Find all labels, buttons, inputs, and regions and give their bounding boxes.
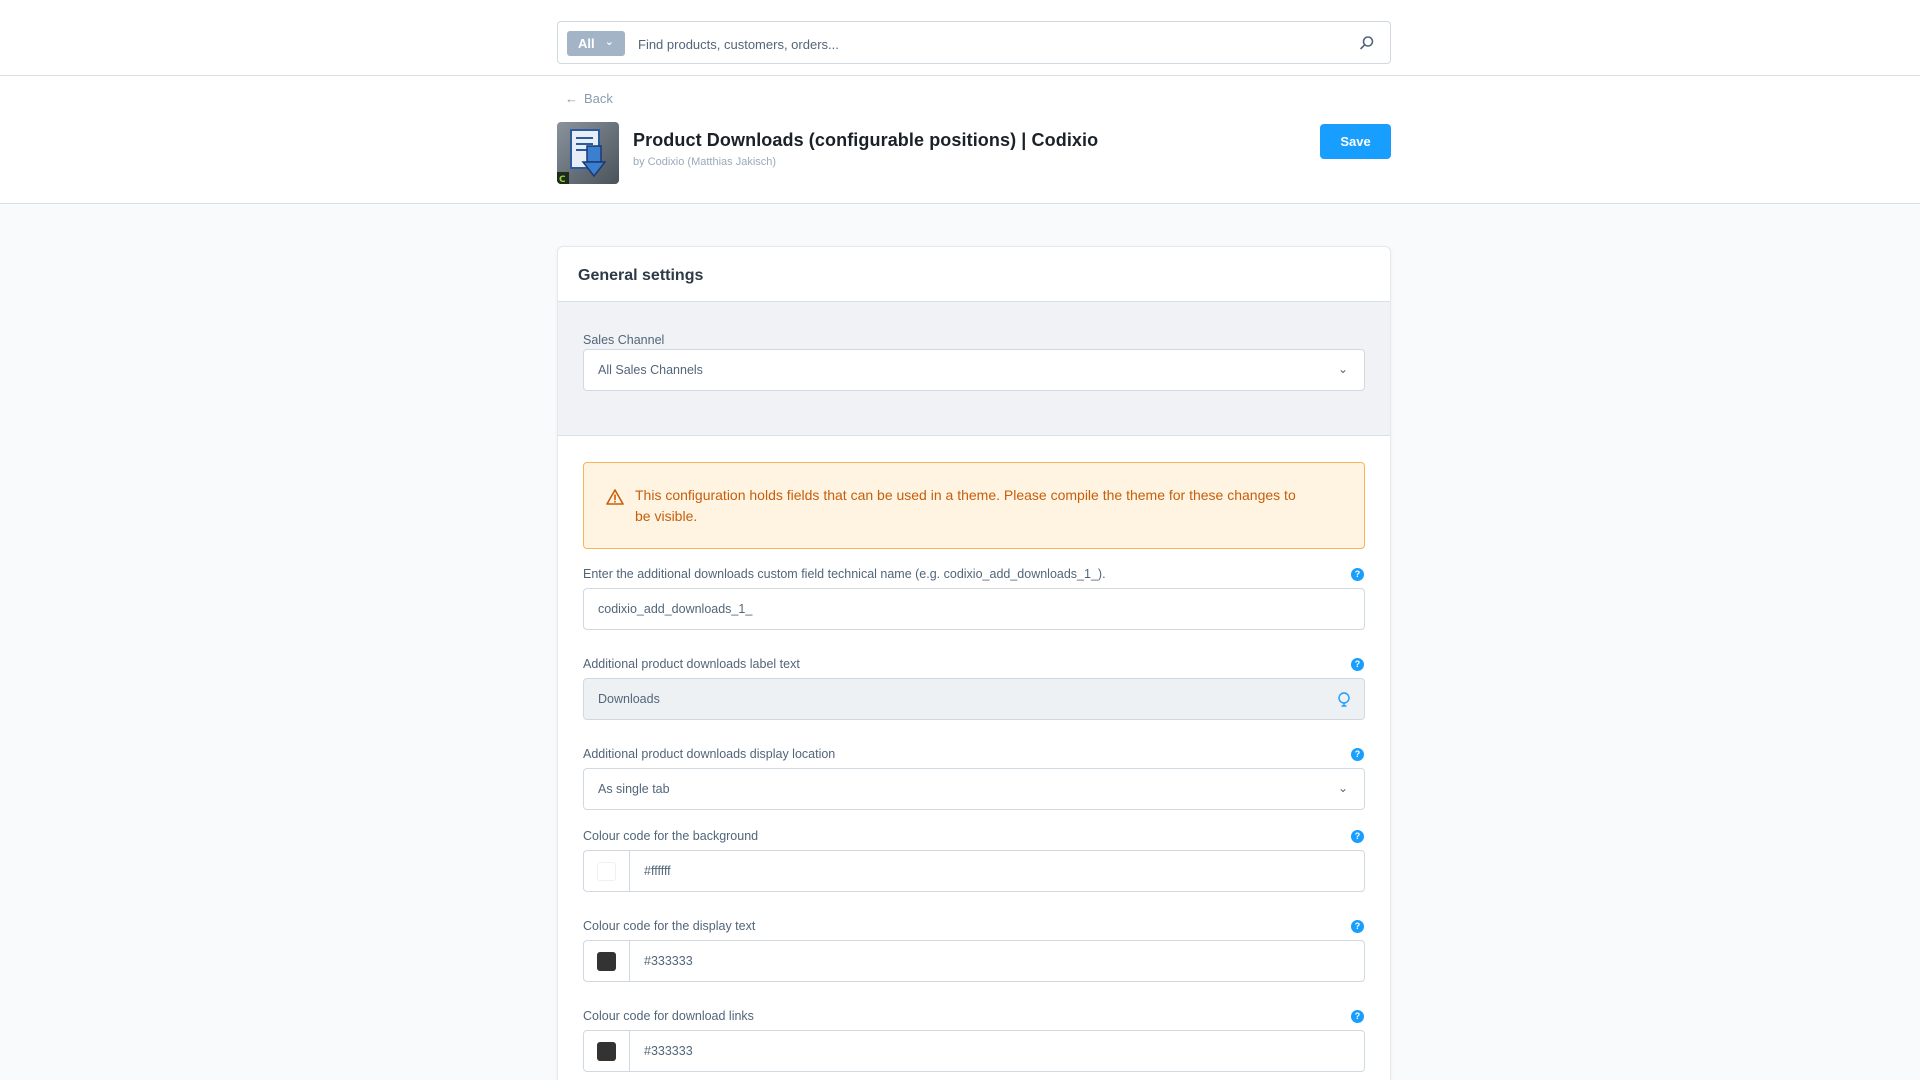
back-label: Back <box>584 91 613 106</box>
display-location-select[interactable]: As single tab ⌄ <box>583 768 1365 810</box>
help-icon[interactable]: ? <box>1351 1010 1364 1023</box>
chevron-down-icon: ⌄ <box>604 36 614 48</box>
background-colour-input[interactable]: #ffffff <box>583 850 1365 892</box>
colour-swatch <box>597 862 616 881</box>
label-text-value: Downloads <box>598 692 660 706</box>
page-subtitle: by Codixio (Matthias Jakisch) <box>633 156 777 168</box>
link-colour-input[interactable]: #333333 <box>583 1030 1365 1072</box>
sales-channel-label: Sales Channel <box>583 333 665 347</box>
svg-text:C: C <box>559 175 566 184</box>
search-type-dropdown[interactable]: All ⌄ <box>567 31 625 56</box>
chevron-down-icon: ⌄ <box>1337 362 1348 376</box>
text-colour-label: Colour code for the display text <box>583 919 756 933</box>
search-input[interactable] <box>638 33 1288 55</box>
chevron-down-icon: ⌄ <box>1337 781 1348 795</box>
technical-name-value: codixio_add_downloads_1_ <box>598 602 753 616</box>
help-icon[interactable]: ? <box>1351 658 1364 671</box>
link-colour-label: Colour code for download links <box>583 1009 754 1023</box>
alert-text: This configuration holds fields that can… <box>635 487 1296 524</box>
sales-channel-value: All Sales Channels <box>598 363 703 377</box>
top-bar: All ⌄ <box>0 0 1920 76</box>
text-colour-input[interactable]: #333333 <box>583 940 1365 982</box>
search-type-label: All <box>578 36 595 51</box>
label-text-input[interactable]: Downloads <box>583 678 1365 720</box>
colour-picker-button[interactable] <box>584 851 630 891</box>
technical-name-label: Enter the additional downloads custom fi… <box>583 567 1106 581</box>
help-icon[interactable]: ? <box>1351 830 1364 843</box>
help-icon[interactable]: ? <box>1351 920 1364 933</box>
colour-swatch <box>597 952 616 971</box>
back-link[interactable]: ← Back <box>565 91 613 106</box>
help-icon[interactable]: ? <box>1351 748 1364 761</box>
theme-warning-alert: This configuration holds fields that can… <box>583 462 1365 549</box>
page-title: Product Downloads (configurable position… <box>633 130 1099 150</box>
display-location-label: Additional product downloads display loc… <box>583 747 836 761</box>
page-header: ← Back C Product Downloads (configurable … <box>0 76 1920 204</box>
card-title: General settings <box>578 267 704 284</box>
sales-channel-select[interactable]: All Sales Channels ⌄ <box>583 349 1365 391</box>
help-icon[interactable]: ? <box>1351 568 1364 581</box>
display-location-value: As single tab <box>598 782 670 796</box>
text-colour-value: #333333 <box>644 954 693 968</box>
colour-picker-button[interactable] <box>584 941 630 981</box>
arrow-left-icon: ← <box>565 91 578 106</box>
link-colour-value: #333333 <box>644 1044 693 1058</box>
background-colour-label: Colour code for the background <box>583 829 759 843</box>
search-bar: All ⌄ <box>557 21 1391 64</box>
settings-card: General settings Sales Channel All Sales… <box>557 246 1391 1080</box>
sales-channel-section: Sales Channel All Sales Channels ⌄ <box>558 301 1390 436</box>
colour-picker-button[interactable] <box>584 1031 630 1071</box>
extension-icon: C <box>557 122 619 184</box>
colour-swatch <box>597 1042 616 1061</box>
search-icon[interactable] <box>1358 34 1376 52</box>
label-text-label: Additional product downloads label text <box>583 657 800 671</box>
translate-icon[interactable] <box>1336 691 1352 707</box>
technical-name-input[interactable]: codixio_add_downloads_1_ <box>583 588 1365 630</box>
background-colour-value: #ffffff <box>644 864 671 878</box>
save-button[interactable]: Save <box>1320 124 1391 159</box>
warning-icon <box>606 489 624 505</box>
